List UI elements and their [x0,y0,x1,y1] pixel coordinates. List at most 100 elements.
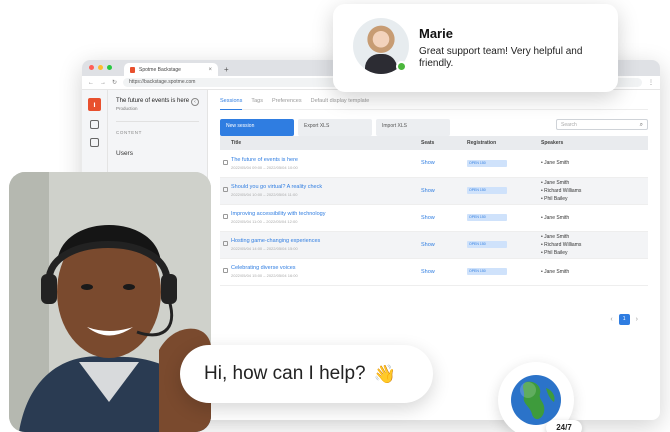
col-registration[interactable]: Registration [464,136,538,150]
toolbar: New session Export XLS Import XLS Search… [220,119,648,136]
search-icon: ⌕ [639,122,643,128]
browser-tab-title: Spotme Backstage [139,66,181,73]
pagination: ‹ 1 › [610,314,638,325]
speaker-name: Jane Smith [544,179,570,186]
row-checkbox[interactable] [223,214,228,219]
table-header-row: Title Seats Registration Speakers [220,136,648,150]
speaker-name: Jane Smith [544,268,570,275]
next-page-icon[interactable]: › [636,316,638,323]
col-speakers[interactable]: Speakers [538,136,648,150]
seats-show-link[interactable]: Show [421,160,435,166]
event-subtitle: Production [116,106,138,111]
sidebar-item-users[interactable]: Users [116,150,199,157]
registration-badge: OPEN 150 [467,268,507,275]
new-tab-button[interactable]: + [224,63,229,76]
speaker-name: Phil Bailey [544,249,568,256]
session-time: 2022/05/04 15:00 – 2022/05/04 16:00 [231,273,298,278]
minimize-window-dot[interactable] [98,65,103,70]
row-checkbox[interactable] [223,268,228,273]
row-checkbox[interactable] [223,241,228,246]
speaker-name: Richard Williams [544,187,582,194]
col-seats[interactable]: Seats [418,136,464,150]
review-card: Marie Great support team! Very helpful a… [333,4,618,92]
table-row[interactable]: Improving accessibility with technology 2… [220,204,648,231]
session-title-link[interactable]: Improving accessibility with technology [231,211,418,217]
session-time: 2022/05/04 09:00 – 2022/05/04 10:00 [231,164,298,170]
speaker-name: Jane Smith [544,160,570,167]
tab-preferences[interactable]: Preferences [272,98,302,104]
content-tabs: Sessions Tags Preferences Default displa… [220,98,648,110]
search-input[interactable]: Search ⌕ [556,119,648,130]
speaker-name: Richard Williams [544,241,582,248]
tab-sessions[interactable]: Sessions [220,98,243,110]
registration-badge: OPEN 150 [467,241,507,248]
availability-badge: 24/7 [546,420,582,432]
browser-tab[interactable]: Spotme Backstage × [124,63,218,76]
speakers-cell: • Jane Smith [541,268,570,275]
table-row[interactable]: Celebrating diverse voices 2022/05/04 15:… [220,258,648,285]
seats-show-link[interactable]: Show [421,269,435,275]
content-icon[interactable] [90,138,99,147]
window-controls [89,65,112,70]
new-session-button[interactable]: New session [220,119,294,136]
table-row[interactable]: Should you go virtual? A reality check 20… [220,177,648,204]
search-placeholder: Search [561,122,577,128]
collapse-icon[interactable]: ‹ [191,98,199,106]
speaker-name: Jane Smith [544,233,570,240]
row-checkbox[interactable] [223,159,228,165]
tab-tags[interactable]: Tags [251,98,263,104]
favicon-icon [130,66,135,73]
reviewer-avatar-wrap [353,18,409,74]
section-label: CONTENT [116,130,142,135]
session-time: 2022/05/04 14:00 – 2022/05/04 15:00 [231,246,298,251]
menu-icon[interactable]: ⋮ [648,79,654,86]
seats-show-link[interactable]: Show [421,242,435,248]
speaker-name: Jane Smith [544,214,570,221]
row-checkbox[interactable] [223,187,228,192]
event-title: The future of events is here [116,98,190,104]
session-title-link[interactable]: The future of events is here [231,157,418,163]
waving-hand-icon: 👋 [373,363,397,384]
reload-icon[interactable]: ↻ [112,79,117,86]
close-window-dot[interactable] [89,65,94,70]
forward-icon[interactable]: → [100,80,106,86]
chat-bubble: Hi, how can I help? 👋 [180,345,433,403]
sessions-table: Title Seats Registration Speakers The fu… [220,136,648,286]
online-status-icon [396,61,407,72]
registration-badge: OPEN 150 [467,159,507,167]
review-text: Great support team! Very helpful and fri… [419,46,583,69]
select-all-header[interactable] [220,136,228,150]
tab-default-display-template[interactable]: Default display template [311,98,370,104]
speakers-cell: • Jane Smith • Richard Williams • Phil Bai… [541,233,582,256]
agent-illustration [9,172,211,432]
page-number-current[interactable]: 1 [618,314,630,325]
seats-show-link[interactable]: Show [421,215,435,221]
tab-close-icon[interactable]: × [208,67,212,73]
table-row[interactable]: The future of events is here 2022/05/04 0… [220,150,648,177]
prev-page-icon[interactable]: ‹ [610,316,612,323]
dashboard-icon[interactable] [90,120,99,129]
back-icon[interactable]: ← [88,80,94,86]
seats-show-link[interactable]: Show [421,188,435,194]
chat-text: Hi, how can I help? [204,363,366,384]
table-row[interactable]: Hosting game-changing experiences 2022/05… [220,231,648,258]
reviewer-name: Marie [419,26,453,41]
import-xls-button[interactable]: Import XLS [376,119,450,136]
registration-badge: OPEN 150 [467,214,507,221]
event-header: The future of events is here Production … [116,98,199,122]
col-title[interactable]: Title [228,136,418,150]
brand-logo[interactable]: ı [88,98,101,111]
hero-stage: Spotme Backstage × + ← → ↻ https://backs… [0,0,670,432]
speaker-name: Phil Bailey [544,195,568,202]
maximize-window-dot[interactable] [107,65,112,70]
registration-badge: OPEN 150 [467,187,507,194]
session-time: 2022/05/04 10:00 – 2022/05/04 11:00 [231,192,298,197]
session-title-link[interactable]: Celebrating diverse voices [231,265,418,271]
support-agent-photo [9,172,211,432]
session-time: 2022/05/04 11:00 – 2022/05/04 12:00 [231,219,298,224]
session-title-link[interactable]: Hosting game-changing experiences [231,238,418,244]
speakers-cell: • Jane Smith [541,160,570,167]
session-title-link[interactable]: Should you go virtual? A reality check [231,184,418,190]
export-xls-button[interactable]: Export XLS [298,119,372,136]
speakers-cell: • Jane Smith [541,214,570,221]
